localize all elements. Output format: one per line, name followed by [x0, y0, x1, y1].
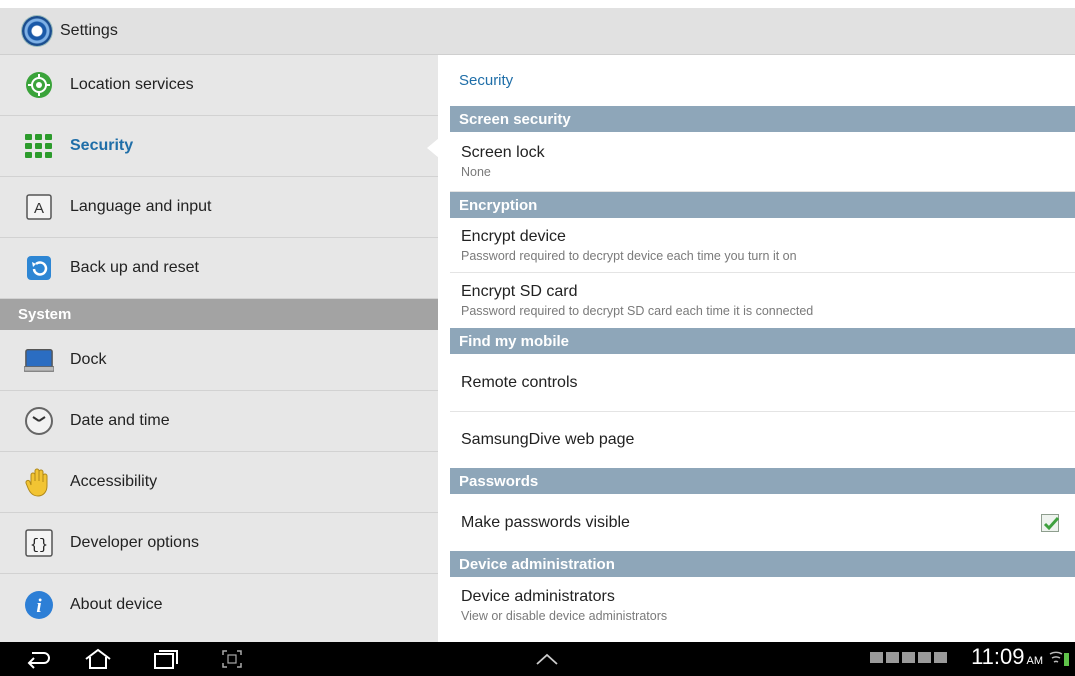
- section-header-find-my-mobile: Find my mobile: [450, 328, 1075, 354]
- clock-ampm: AM: [1026, 655, 1044, 667]
- nav-item-location-services[interactable]: Location services: [0, 55, 438, 116]
- svg-text:A: A: [34, 200, 44, 217]
- setting-title: Encrypt device: [461, 227, 566, 245]
- setting-title: Make passwords visible: [461, 513, 630, 531]
- setting-device-administrators[interactable]: Device administrators View or disable de…: [450, 577, 1075, 633]
- calendar-notification-icon: [918, 652, 931, 663]
- settings-app-icon[interactable]: [22, 16, 52, 46]
- nav-item-dock[interactable]: Dock: [0, 330, 438, 391]
- clock[interactable]: 11:09 AM: [971, 644, 1043, 670]
- usb-notification-icon: [886, 652, 899, 663]
- nav-item-date-and-time[interactable]: Date and time: [0, 391, 438, 452]
- passwords-visible-checkbox[interactable]: [1041, 513, 1060, 532]
- svg-text:i: i: [36, 596, 42, 617]
- nav-item-accessibility[interactable]: Accessibility: [0, 452, 438, 513]
- section-header-system: System: [0, 299, 438, 330]
- setting-subtitle: Password required to decrypt device each…: [461, 248, 797, 263]
- nav-item-label: Accessibility: [70, 473, 158, 490]
- setting-title: Remote controls: [461, 373, 578, 391]
- chevron-up-icon[interactable]: [527, 642, 567, 676]
- setting-subtitle: None: [461, 165, 491, 179]
- home-icon[interactable]: [78, 642, 118, 676]
- setting-title: Encrypt SD card: [461, 283, 578, 300]
- checkmark-icon: [1043, 516, 1060, 530]
- setting-samsungdive-web-page[interactable]: SamsungDive web page: [450, 412, 1075, 468]
- clock-time: 11:09: [971, 644, 1025, 669]
- mail-notification-icon: [934, 652, 947, 663]
- setting-subtitle: Password required to decrypt SD card eac…: [461, 304, 814, 318]
- notification-icons[interactable]: [870, 652, 947, 663]
- security-icon: [24, 131, 54, 161]
- app-title: Settings: [60, 22, 118, 39]
- nav-item-label: Location services: [70, 76, 194, 93]
- store-notification-icon: [902, 652, 915, 663]
- section-header-device-administration: Device administration: [450, 551, 1075, 577]
- braces-icon: {}: [24, 528, 54, 558]
- svg-text:{}: {}: [30, 537, 48, 554]
- setting-encrypt-device[interactable]: Encrypt device Password required to decr…: [450, 218, 1075, 273]
- system-nav-bar: 11:09 AM: [0, 642, 1075, 676]
- nav-item-label: Security: [70, 137, 134, 154]
- setting-remote-controls[interactable]: Remote controls: [450, 354, 1075, 412]
- back-icon[interactable]: [18, 642, 58, 676]
- section-header-screen-security: Screen security: [450, 106, 1075, 132]
- screenshot-icon[interactable]: [212, 642, 252, 676]
- location-icon: [24, 70, 54, 100]
- nav-item-label: Dock: [70, 351, 107, 368]
- nav-item-label: Back up and reset: [70, 259, 199, 276]
- clock-icon: [24, 406, 54, 436]
- wifi-battery-icon: [1047, 642, 1071, 676]
- picture-notification-icon: [870, 652, 883, 663]
- nav-item-developer-options[interactable]: {} Developer options: [0, 513, 438, 574]
- section-header-encryption: Encryption: [450, 192, 1075, 218]
- nav-item-label: Developer options: [70, 534, 199, 551]
- security-detail-pane: Security Screen security Screen lock Non…: [438, 55, 1075, 642]
- settings-left-pane: Location services Security A Language an…: [0, 55, 439, 642]
- section-header-passwords: Passwords: [450, 468, 1075, 494]
- setting-make-passwords-visible[interactable]: Make passwords visible: [450, 494, 1075, 551]
- setting-title: SamsungDive web page: [461, 431, 635, 448]
- nav-item-back-up-and-reset[interactable]: Back up and reset: [0, 238, 438, 299]
- page-title: Security: [459, 72, 514, 89]
- nav-item-label: Date and time: [70, 412, 170, 429]
- nav-item-label: About device: [70, 595, 163, 613]
- recent-apps-icon[interactable]: [146, 642, 186, 676]
- nav-item-about-device[interactable]: i About device: [0, 574, 438, 635]
- hand-icon: [24, 467, 54, 497]
- action-bar: Settings: [0, 8, 1075, 55]
- dock-icon: [24, 345, 54, 375]
- nav-item-label: Language and input: [70, 198, 212, 215]
- language-icon: A: [24, 192, 54, 222]
- setting-screen-lock[interactable]: Screen lock None: [450, 132, 1075, 192]
- setting-subtitle: View or disable device administrators: [461, 608, 668, 623]
- nav-item-language-and-input[interactable]: A Language and input: [0, 177, 438, 238]
- setting-title: Screen lock: [461, 144, 545, 161]
- backup-icon: [24, 253, 54, 283]
- nav-item-security[interactable]: Security: [0, 116, 439, 177]
- info-icon: i: [24, 590, 54, 620]
- setting-encrypt-sd-card[interactable]: Encrypt SD card Password required to dec…: [450, 273, 1075, 328]
- setting-title: Device administrators: [461, 587, 615, 605]
